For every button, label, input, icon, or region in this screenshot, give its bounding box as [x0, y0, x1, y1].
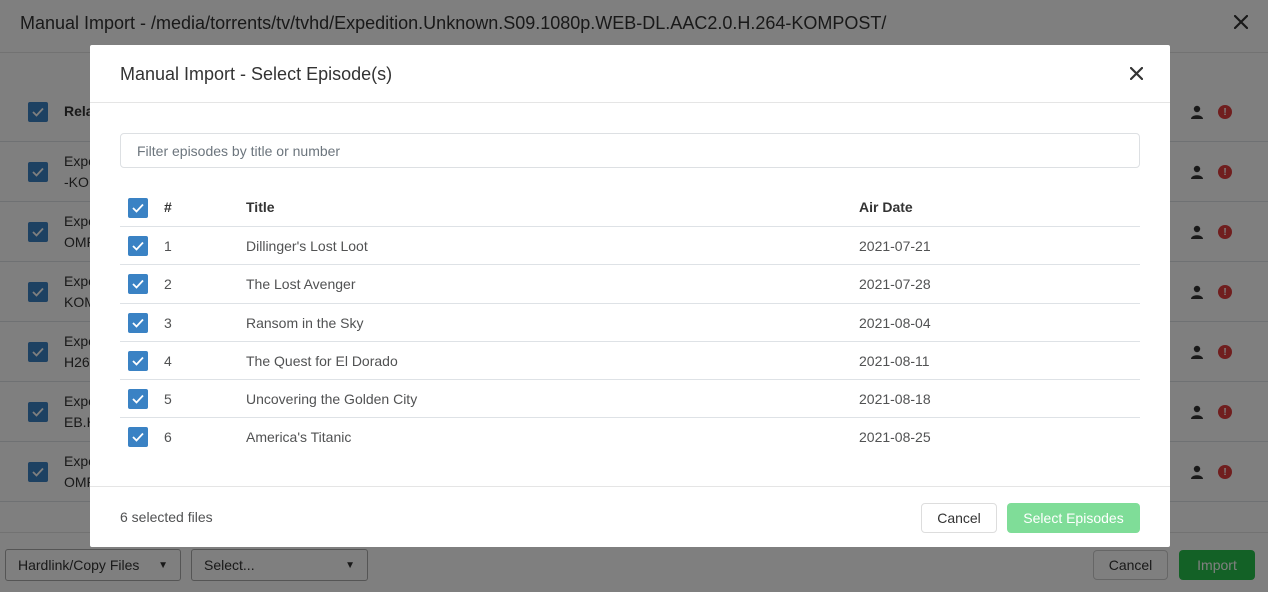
episode-air-date: 2021-08-11: [859, 352, 930, 369]
episode-number: 5: [164, 391, 172, 408]
close-icon: [1129, 66, 1143, 80]
episode-title: The Lost Avenger: [246, 276, 356, 293]
episode-table-header: # Title Air Date: [120, 187, 1140, 227]
episode-title: Dillinger's Lost Loot: [246, 238, 368, 254]
episode-number: 4: [164, 352, 172, 369]
selected-files-count: 6 selected files: [120, 509, 213, 525]
table-row[interactable]: 6 America's Titanic 2021-08-25: [120, 418, 1140, 456]
episode-number: 1: [164, 238, 172, 254]
episode-air-date: 2021-08-18: [859, 391, 931, 408]
episode-number: 3: [164, 314, 172, 331]
check-icon: [132, 280, 144, 290]
check-icon: [132, 241, 144, 251]
select-episodes-modal: Manual Import - Select Episode(s) # Titl…: [90, 45, 1170, 547]
select-episodes-button[interactable]: Select Episodes: [1007, 503, 1140, 533]
episode-air-date: 2021-07-28: [859, 276, 931, 293]
episode-title: Ransom in the Sky: [246, 314, 364, 331]
table-row[interactable]: 5 Uncovering the Golden City 2021-08-18: [120, 380, 1140, 419]
episode-title: The Quest for El Dorado: [246, 352, 398, 369]
episode-title: Uncovering the Golden City: [246, 391, 418, 408]
episode-filter-input[interactable]: [120, 133, 1140, 168]
episode-checkbox[interactable]: [128, 350, 148, 371]
table-row[interactable]: 1 Dillinger's Lost Loot 2021-07-21: [120, 227, 1140, 266]
episode-checkbox[interactable]: [128, 312, 148, 333]
episode-checkbox[interactable]: [128, 274, 148, 295]
modal-close-button[interactable]: [1124, 61, 1148, 85]
check-icon: [132, 356, 144, 366]
table-row[interactable]: 2 The Lost Avenger 2021-07-28: [120, 265, 1140, 304]
episode-number: 6: [164, 429, 172, 446]
episode-checkbox[interactable]: [128, 389, 148, 410]
column-header-title[interactable]: Title: [246, 199, 275, 215]
episode-checkbox[interactable]: [128, 427, 148, 448]
episode-number: 2: [164, 276, 172, 293]
column-header-air-date[interactable]: Air Date: [859, 199, 913, 215]
modal-title: Manual Import - Select Episode(s): [120, 64, 393, 84]
column-header-number[interactable]: #: [164, 199, 172, 215]
select-all-episodes-checkbox[interactable]: [128, 198, 148, 218]
episode-checkbox[interactable]: [128, 236, 148, 256]
episode-air-date: 2021-08-25: [859, 429, 931, 446]
episode-air-date: 2021-08-04: [859, 314, 931, 331]
check-icon: [132, 433, 144, 443]
check-icon: [132, 203, 144, 213]
check-icon: [132, 395, 144, 404]
episode-title: America's Titanic: [246, 429, 352, 446]
modal-header: Manual Import - Select Episode(s): [90, 45, 1170, 103]
episode-table: # Title Air Date 1 Dillinger's Lost Loot…: [120, 187, 1140, 457]
table-row[interactable]: 4 The Quest for El Dorado 2021-08-11: [120, 342, 1140, 381]
cancel-button[interactable]: Cancel: [921, 503, 997, 533]
modal-footer: 6 selected files Cancel Select Episodes: [90, 486, 1170, 547]
episode-air-date: 2021-07-21: [859, 238, 931, 254]
check-icon: [132, 318, 144, 328]
table-row[interactable]: 3 Ransom in the Sky 2021-08-04: [120, 304, 1140, 342]
